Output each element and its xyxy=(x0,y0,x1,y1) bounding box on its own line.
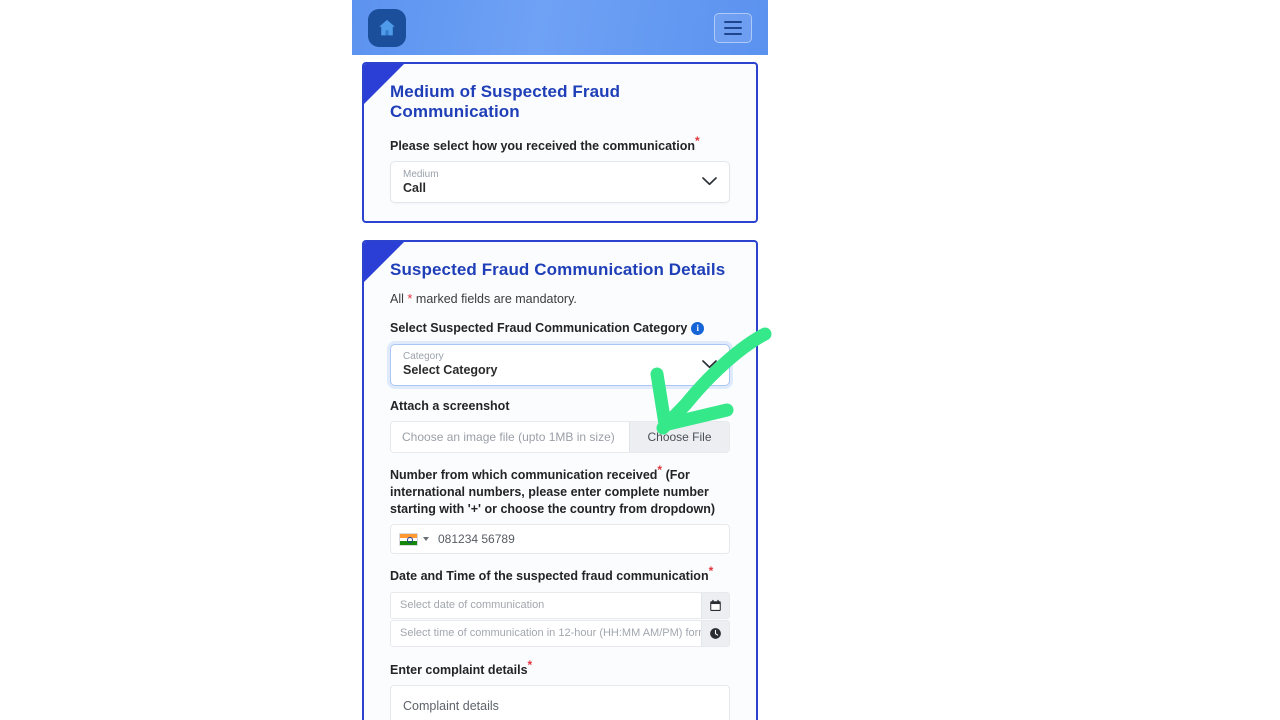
datetime-field-label: Date and Time of the suspected fraud com… xyxy=(390,565,730,584)
category-selected-value: Select Category xyxy=(403,363,498,377)
india-flag-icon[interactable] xyxy=(399,532,418,546)
chevron-down-icon xyxy=(702,173,717,191)
required-marker: * xyxy=(527,657,533,672)
medium-selected-value: Call xyxy=(403,180,426,195)
mobile-viewport: Medium of Suspected Fraud Communication … xyxy=(352,0,768,720)
file-name-input[interactable]: Choose an image file (upto 1MB in size) xyxy=(391,421,629,452)
phone-number-input[interactable]: 081234 56789 xyxy=(390,524,730,555)
home-icon[interactable] xyxy=(368,8,406,47)
hamburger-menu-icon[interactable] xyxy=(714,12,752,43)
page-title-medium: Medium of Suspected Fraud Communication xyxy=(390,82,621,121)
app-header xyxy=(352,0,768,55)
mandatory-note-prefix: All xyxy=(390,292,408,307)
card-fraud-communication-details: Suspected Fraud Communication Details Al… xyxy=(362,240,758,720)
time-input-row[interactable]: Select time of communication in 12-hour … xyxy=(390,619,730,647)
required-marker: * xyxy=(708,564,714,579)
chevron-down-icon[interactable] xyxy=(423,537,429,542)
screenshot-root: Medium of Suspected Fraud Communication … xyxy=(0,0,1280,720)
menu-line-1 xyxy=(724,20,742,23)
date-input-row[interactable]: Select date of communication xyxy=(390,591,730,619)
menu-line-2 xyxy=(724,26,742,29)
menu-line-3 xyxy=(724,32,742,35)
medium-floating-label: Medium xyxy=(403,168,439,180)
page-title-details: Suspected Fraud Communication Details xyxy=(390,260,726,280)
clock-icon[interactable] xyxy=(701,620,729,646)
phone-number-label: Number from which communication received… xyxy=(390,464,730,518)
card-medium-body: Medium of Suspected Fraud Communication … xyxy=(364,64,756,221)
complaint-label-text: Enter complaint details xyxy=(390,662,528,677)
medium-label-text: Please select how you received the commu… xyxy=(390,139,695,153)
category-field-label: Select Suspected Fraud Communication Cat… xyxy=(390,320,730,336)
card-medium-of-communication: Medium of Suspected Fraud Communication … xyxy=(362,62,758,224)
choose-file-button[interactable]: Choose File xyxy=(629,421,729,452)
required-marker: * xyxy=(694,133,700,148)
phone-number-placeholder: 081234 56789 xyxy=(438,532,515,547)
info-icon[interactable]: i xyxy=(691,322,705,336)
complaint-details-label: Enter complaint details* xyxy=(390,658,730,678)
medium-select[interactable]: Medium Call xyxy=(390,161,730,204)
flag-band-white xyxy=(400,537,417,543)
complaint-details-textarea[interactable]: Complaint details xyxy=(390,684,730,720)
corner-ribbon xyxy=(364,64,404,104)
card-details-body: Suspected Fraud Communication Details Al… xyxy=(364,242,756,720)
category-select[interactable]: Category Select Category xyxy=(390,343,730,386)
file-upload-row[interactable]: Choose an image file (upto 1MB in size) … xyxy=(390,420,730,453)
category-floating-label: Category xyxy=(403,351,444,362)
chevron-down-icon xyxy=(702,356,717,374)
date-input[interactable]: Select date of communication xyxy=(391,593,701,618)
phone-label-text: Number from which communication received xyxy=(390,467,658,482)
category-label-text: Select Suspected Fraud Communication Cat… xyxy=(390,321,688,336)
corner-ribbon xyxy=(364,242,404,283)
mandatory-note-suffix: marked fields are mandatory. xyxy=(412,292,577,307)
calendar-icon[interactable] xyxy=(701,592,729,618)
attach-screenshot-label: Attach a screenshot xyxy=(390,398,510,413)
mandatory-fields-note: All * marked fields are mandatory. xyxy=(390,292,730,306)
medium-field-label: Please select how you received the commu… xyxy=(390,135,730,154)
datetime-label-text: Date and Time of the suspected fraud com… xyxy=(390,569,709,584)
time-input[interactable]: Select time of communication in 12-hour … xyxy=(391,621,701,646)
